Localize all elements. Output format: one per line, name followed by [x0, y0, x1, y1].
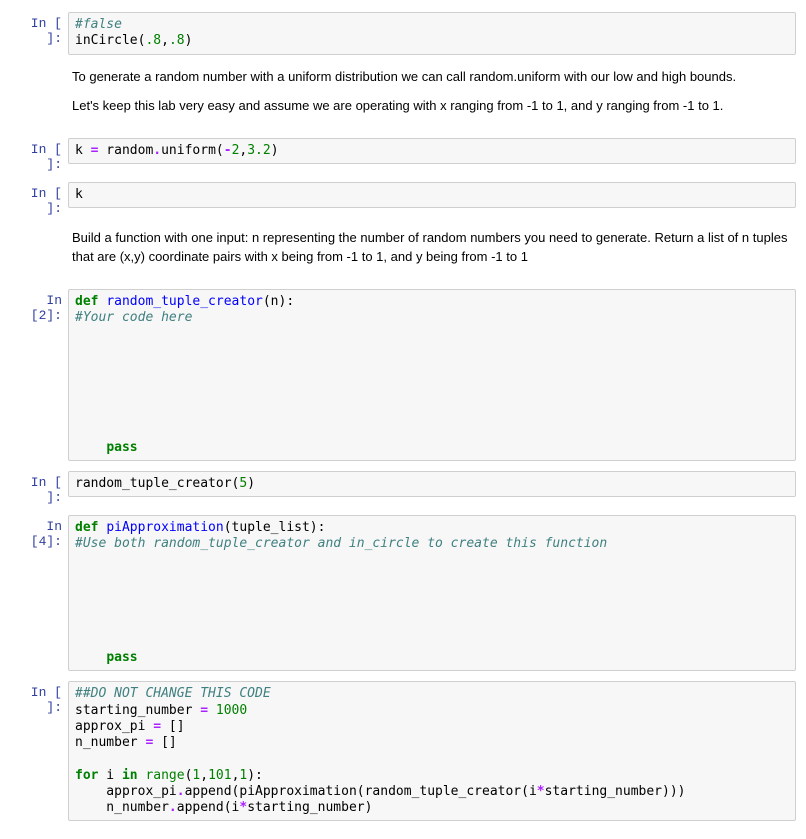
code-input[interactable]: def random_tuple_creator(n): #Your code … — [68, 289, 796, 462]
cell-prompt: In [ ]: — [10, 12, 68, 46]
code-cell: In [ ]: random_tuple_creator(5) — [10, 471, 796, 505]
markdown-content[interactable]: To generate a random number with a unifo… — [68, 65, 796, 128]
code-input[interactable]: k — [68, 182, 796, 208]
cell-prompt: In [ ]: — [10, 471, 68, 505]
code-input[interactable]: #false inCircle(.8,.8) — [68, 12, 796, 55]
markdown-paragraph: To generate a random number with a unifo… — [72, 67, 792, 87]
code-input[interactable]: random_tuple_creator(5) — [68, 471, 796, 497]
code-cell: In [ ]: k — [10, 182, 796, 216]
cell-prompt: In [ ]: — [10, 681, 68, 715]
markdown-cell: To generate a random number with a unifo… — [10, 65, 796, 128]
code-input[interactable]: def piApproximation(tuple_list): #Use bo… — [68, 515, 796, 671]
cell-prompt: In [ ]: — [10, 138, 68, 172]
cell-prompt: In [4]: — [10, 515, 68, 549]
cell-prompt-empty — [10, 226, 68, 230]
cell-prompt-empty — [10, 65, 68, 69]
markdown-content[interactable]: Build a function with one input: n repre… — [68, 226, 796, 279]
code-cell: In [ ]: ##DO NOT CHANGE THIS CODE starti… — [10, 681, 796, 821]
code-cell: In [ ]: #false inCircle(.8,.8) — [10, 12, 796, 55]
code-input[interactable]: k = random.uniform(-2,3.2) — [68, 138, 796, 164]
code-cell: In [ ]: k = random.uniform(-2,3.2) — [10, 138, 796, 172]
markdown-paragraph: Let's keep this lab very easy and assume… — [72, 96, 792, 116]
markdown-cell: Build a function with one input: n repre… — [10, 226, 796, 279]
code-input[interactable]: ##DO NOT CHANGE THIS CODE starting_numbe… — [68, 681, 796, 821]
code-cell: In [2]: def random_tuple_creator(n): #Yo… — [10, 289, 796, 462]
cell-prompt: In [2]: — [10, 289, 68, 323]
markdown-paragraph: Build a function with one input: n repre… — [72, 228, 792, 267]
code-cell: In [4]: def piApproximation(tuple_list):… — [10, 515, 796, 671]
cell-prompt: In [ ]: — [10, 182, 68, 216]
